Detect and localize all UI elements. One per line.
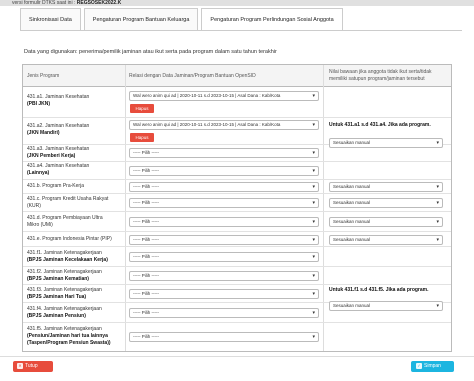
table-row: 431.f2. Jaminan Ketenagakerjaan (BPJS Ja…: [23, 267, 451, 285]
row-code: 431.f3. Jaminan Ketenagakerjaan: [27, 287, 102, 293]
tab-program-anggota[interactable]: Pengaturan Program Perlindungan Sosial A…: [201, 8, 343, 31]
row-name: (BPJS Jaminan Kematian): [27, 276, 89, 282]
tab-divider: [20, 30, 462, 31]
chevron-down-icon: ▾: [312, 310, 315, 316]
chevron-down-icon: ▾: [436, 184, 439, 190]
chevron-down-icon: ▾: [312, 254, 315, 260]
row-code: 431.a4. Jaminan Kesehatan: [27, 163, 90, 169]
row-name: (BPJS Jaminan Kecelakaan Kerja): [27, 257, 108, 263]
table-row: 431.b. Program Pra-Kerja ----- Pilih ---…: [23, 180, 451, 194]
default-select-a[interactable]: Sesuaikan manual ▾: [329, 138, 443, 148]
footer-divider: [0, 356, 474, 357]
row-name: Mikro (UMi): [27, 222, 53, 228]
tutup-button[interactable]: ✕ Tutup: [13, 361, 53, 372]
row-code: 431.a2. Jaminan Kesehatan: [27, 123, 90, 129]
header-nilai-2: memiliki satupun program/jaminan tersebu…: [329, 76, 425, 82]
row-code: 431.f4. Jaminan Ketenagakerjaan: [27, 306, 102, 312]
chevron-down-icon: ▾: [436, 303, 439, 309]
version-label: versi formulir DTKS saat ini :: [12, 0, 76, 6]
row-name: (Lainnya): [27, 170, 50, 176]
chevron-down-icon: ▾: [312, 219, 315, 225]
relasi-select[interactable]: ----- Pilih ----- ▾: [129, 166, 319, 176]
table-row: 431.d. Program Pembiayaan Ultra Mikro (U…: [23, 212, 451, 232]
check-icon: ✓: [416, 362, 422, 369]
row-name: (BPJS Jaminan Pensiun): [27, 313, 86, 319]
relasi-select[interactable]: Wal wero anim qui ad | 2020-10-11 s.d 20…: [129, 91, 319, 101]
row-name: (Pensiun/Jaminan hari tua lainnya: [27, 333, 108, 339]
default-note-f: Untuk 431.f1 s.d 431.f5. Jika ada progra…: [329, 287, 429, 293]
chevron-down-icon: ▾: [436, 200, 439, 206]
chevron-down-icon: ▾: [312, 291, 315, 297]
header-relasi: Relasi dengan Data Jaminan/Program Bantu…: [129, 73, 256, 79]
chevron-down-icon: ▾: [312, 237, 315, 243]
close-icon: ✕: [17, 362, 23, 369]
relasi-select[interactable]: ----- Pilih ----- ▾: [129, 252, 319, 262]
row-code: 431.f2. Jaminan Ketenagakerjaan: [27, 269, 102, 275]
chevron-down-icon: ▾: [312, 150, 315, 156]
default-select[interactable]: Sesuaikan manual ▾: [329, 235, 443, 245]
simpan-button[interactable]: ✓ Simpan: [411, 361, 454, 372]
table-row: 431.a1. Jaminan Kesehatan (PBI JKN) Wal …: [23, 87, 451, 118]
row-name-2: (Taspen/Program Pensiun Swasta)): [27, 340, 111, 346]
relasi-select[interactable]: ----- Pilih ----- ▾: [129, 182, 319, 192]
row-code: 431.c. Program Kredit Usaha Rakyat: [27, 196, 109, 202]
default-select[interactable]: Sesuaikan manual ▾: [329, 217, 443, 227]
relasi-select[interactable]: ----- Pilih ----- ▾: [129, 235, 319, 245]
table-row: 431.c. Program Kredit Usaha Rakyat (KUR)…: [23, 194, 451, 212]
chevron-down-icon: ▾: [312, 200, 315, 206]
chevron-down-icon: ▾: [312, 334, 315, 340]
default-select[interactable]: Sesuaikan manual ▾: [329, 182, 443, 192]
version-banner: versi formulir DTKS saat ini : REGSOSEK2…: [0, 0, 474, 6]
relasi-select[interactable]: ----- Pilih ----- ▾: [129, 217, 319, 227]
tab-program-keluarga[interactable]: Pengaturan Program Bantuan Keluarga: [83, 8, 199, 30]
row-code: 431.f1. Jaminan Ketenagakerjaan: [27, 250, 102, 256]
row-name: (PBI JKN): [27, 101, 51, 107]
hapus-button[interactable]: Hapus: [130, 104, 154, 113]
row-name: (BPJS Jaminan Hari Tua): [27, 294, 87, 300]
default-select[interactable]: Sesuaikan manual ▾: [329, 198, 443, 208]
chevron-down-icon: ▾: [436, 237, 439, 243]
row-name: (KUR): [27, 203, 41, 209]
table-row: 431.a4. Jaminan Kesehatan (Lainnya) ----…: [23, 162, 451, 180]
relasi-select[interactable]: ----- Pilih ----- ▾: [129, 198, 319, 208]
row-code: 431.b. Program Pra-Kerja: [27, 183, 84, 189]
chevron-down-icon: ▾: [312, 273, 315, 279]
description-text: Data yang digunakan: penerima/pemilik ja…: [24, 49, 277, 55]
table-row: 431.e. Program Indonesia Pintar (PIP) --…: [23, 232, 451, 247]
row-name: (JKN Pemberi Kerja): [27, 153, 76, 159]
chevron-down-icon: ▾: [436, 219, 439, 225]
dialog: versi formulir DTKS saat ini : REGSOSEK2…: [0, 0, 474, 381]
row-code: 431.a3. Jaminan Kesehatan: [27, 146, 90, 152]
chevron-down-icon: ▾: [312, 122, 315, 128]
tab-sinkronisasi[interactable]: Sinkronisasi Data: [20, 8, 81, 30]
relasi-select[interactable]: ----- Pilih ----- ▾: [129, 308, 319, 318]
header-program: Jenis Program: [27, 73, 60, 79]
table-header: Jenis Program Relasi dengan Data Jaminan…: [23, 65, 451, 87]
tab-bar: Sinkronisasi Data Pengaturan Program Ban…: [20, 8, 346, 31]
row-code: 431.f5. Jaminan Ketenagakerjaan: [27, 326, 102, 332]
row-code: 431.a1. Jaminan Kesehatan: [27, 94, 90, 100]
chevron-down-icon: ▾: [312, 168, 315, 174]
relasi-select[interactable]: ----- Pilih ----- ▾: [129, 289, 319, 299]
default-note-a: Untuk 431.a1 s.d 431.a4. Jika ada progra…: [329, 122, 431, 128]
row-code: 431.e. Program Indonesia Pintar (PIP): [27, 236, 112, 242]
program-table: Jenis Program Relasi dengan Data Jaminan…: [22, 64, 452, 352]
relasi-select[interactable]: ----- Pilih ----- ▾: [129, 332, 319, 342]
relasi-select[interactable]: ----- Pilih ----- ▾: [129, 148, 319, 158]
table-row: 431.f1. Jaminan Ketenagakerjaan (BPJS Ja…: [23, 247, 451, 267]
table-row: 431.f5. Jaminan Ketenagakerjaan (Pensiun…: [23, 323, 451, 351]
row-code: 431.d. Program Pembiayaan Ultra: [27, 215, 103, 221]
row-name: (JKN Mandiri): [27, 130, 60, 136]
chevron-down-icon: ▾: [312, 93, 315, 99]
chevron-down-icon: ▾: [312, 184, 315, 190]
default-select-f[interactable]: Sesuaikan manual ▾: [329, 301, 443, 311]
version-value: REGSOSEK2022.K: [76, 0, 122, 6]
header-nilai-1: Nilai bawaan jika anggota tidak ikut ser…: [329, 69, 432, 75]
hapus-button[interactable]: Hapus: [130, 133, 154, 142]
chevron-down-icon: ▾: [436, 140, 439, 146]
relasi-select[interactable]: ----- Pilih ----- ▾: [129, 271, 319, 281]
relasi-select[interactable]: Wal wero anim qui ad | 2020-10-11 s.d 20…: [129, 120, 319, 130]
